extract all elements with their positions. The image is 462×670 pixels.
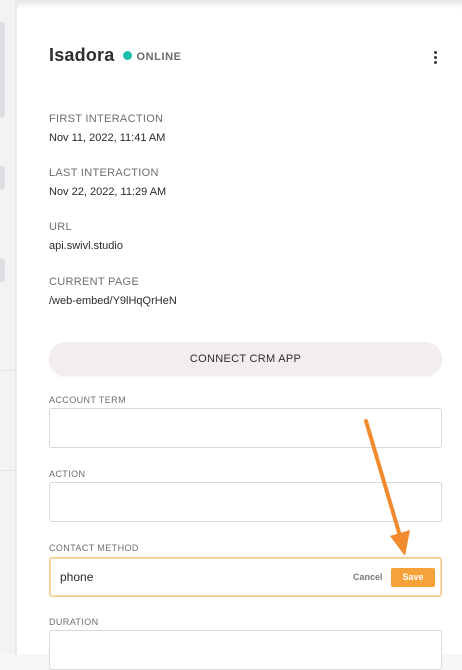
more-dot	[433, 55, 437, 59]
left-sidebar-edge	[0, 0, 16, 654]
duration-label: DURATION	[49, 617, 99, 627]
contact-details-panel: Isadora ONLINE FIRST INTERACTION Nov 11,…	[16, 0, 462, 670]
panel-top-shadow	[17, 0, 462, 9]
last-interaction-value: Nov 22, 2022, 11:29 AM	[49, 186, 167, 198]
account-term-field[interactable]	[49, 408, 442, 448]
cancel-button[interactable]: Cancel	[353, 572, 383, 582]
first-interaction-label: FIRST INTERACTION	[49, 113, 164, 125]
account-term-label: ACCOUNT TERM	[49, 395, 126, 405]
action-label: ACTION	[49, 469, 86, 479]
url-value: api.swivl.studio	[49, 240, 123, 252]
current-page-value: /web-embed/Y9lHqQrHeN	[49, 295, 177, 307]
last-interaction: LAST INTERACTION Nov 22, 2022, 11:29 AM	[49, 166, 166, 199]
more-vertical-icon[interactable]	[429, 48, 441, 66]
online-dot-icon	[123, 51, 133, 60]
save-button[interactable]: Save	[391, 568, 435, 587]
url-info: URL api.swivl.studio	[49, 220, 123, 253]
sidebar-notch	[0, 22, 5, 118]
first-interaction-value: Nov 11, 2022, 11:41 AM	[49, 132, 166, 144]
duration-field[interactable]	[49, 630, 442, 670]
current-page-label: CURRENT PAGE	[49, 276, 139, 288]
sidebar-notch	[0, 166, 5, 190]
more-dot	[433, 50, 437, 54]
contact-header: Isadora ONLINE	[49, 45, 182, 66]
contact-method-value: phone	[60, 570, 94, 584]
sidebar-divider	[0, 370, 15, 371]
current-page-info: CURRENT PAGE /web-embed/Y9lHqQrHeN	[49, 275, 177, 308]
last-interaction-label: LAST INTERACTION	[49, 167, 159, 179]
sidebar-notch	[0, 258, 5, 282]
contact-method-field[interactable]: phone Cancel Save	[49, 557, 442, 597]
contact-method-label: CONTACT METHOD	[49, 543, 139, 553]
action-field[interactable]	[49, 482, 442, 522]
first-interaction: FIRST INTERACTION Nov 11, 2022, 11:41 AM	[49, 112, 165, 145]
url-label: URL	[49, 221, 72, 233]
connect-crm-button[interactable]: CONNECT CRM APP	[49, 342, 442, 376]
contact-name: Isadora	[49, 45, 115, 65]
status-badge: ONLINE	[136, 50, 182, 63]
sidebar-divider	[0, 470, 15, 471]
more-dot	[433, 60, 437, 64]
